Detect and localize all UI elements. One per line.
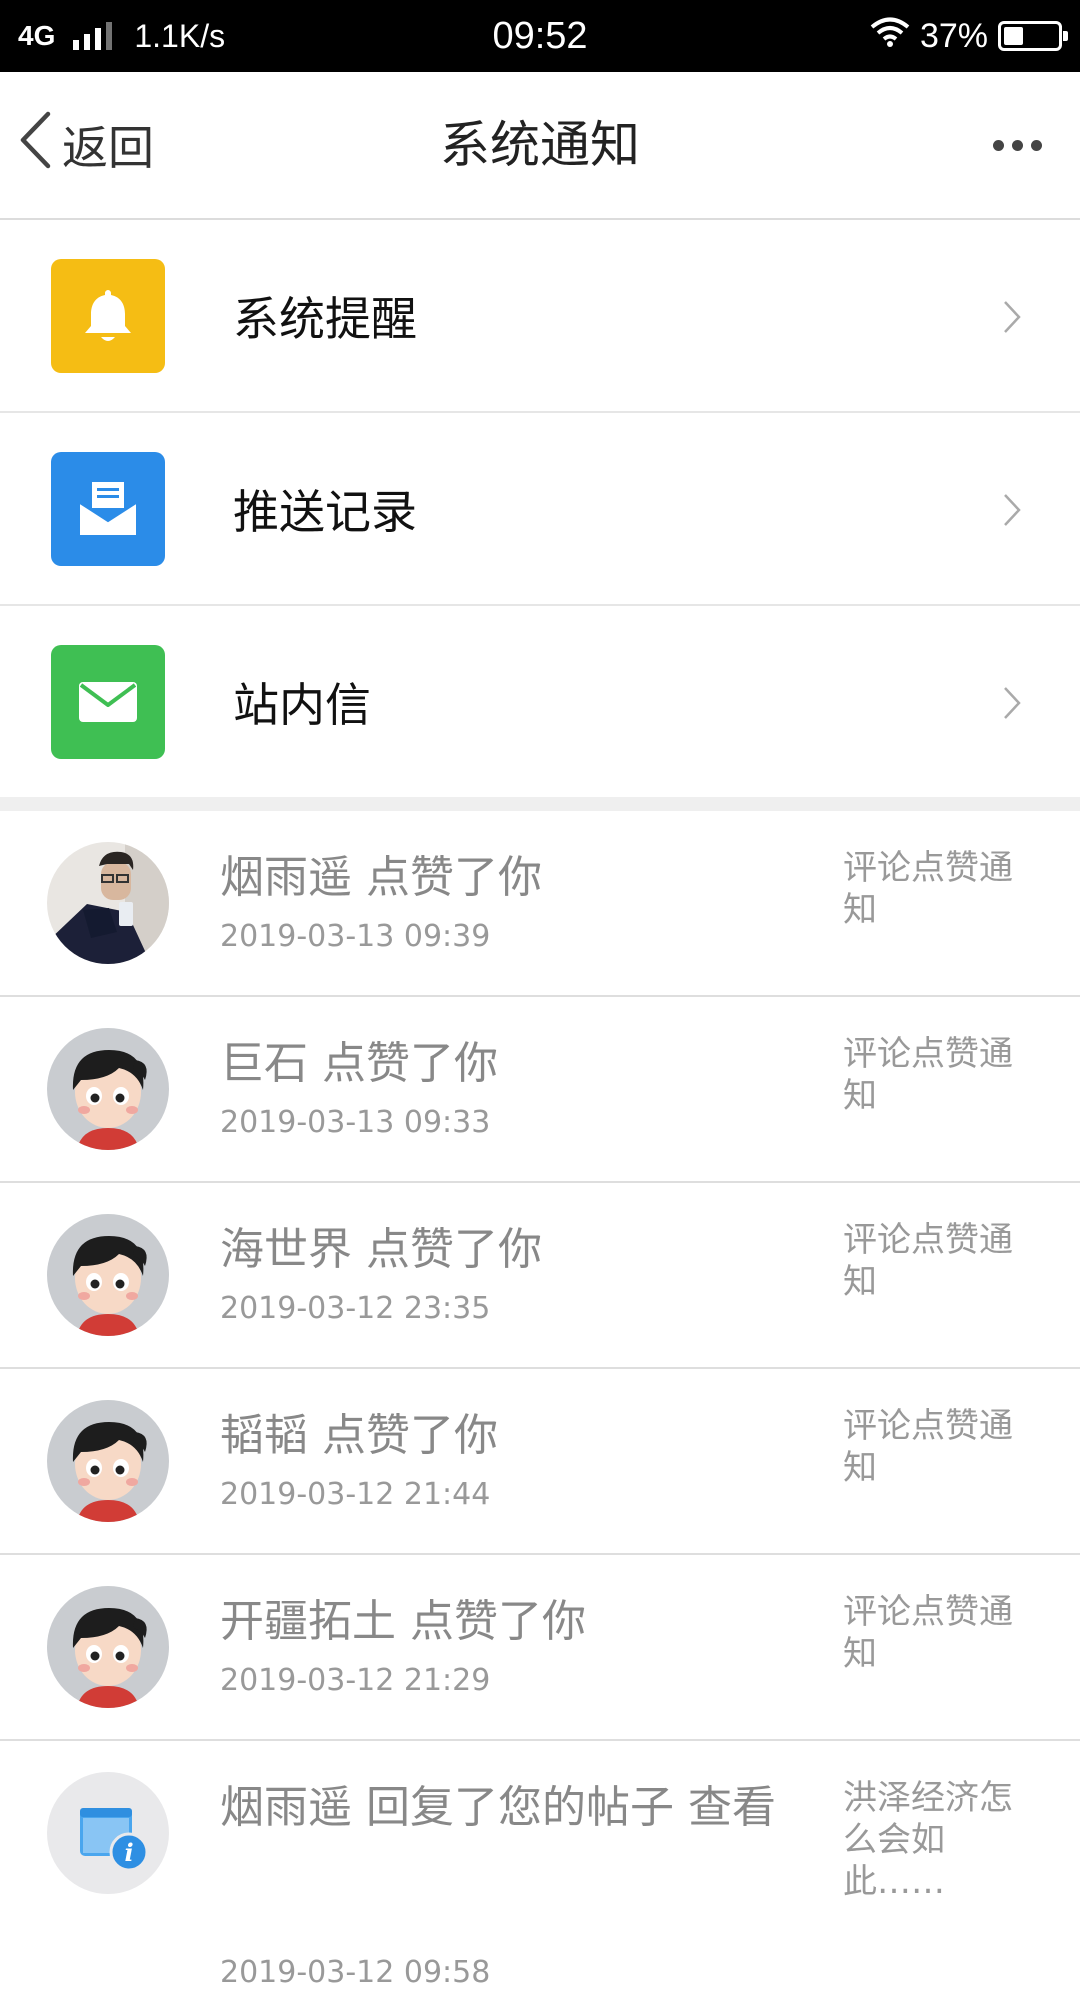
notification-time: 2019-03-12 21:44	[220, 1477, 491, 1512]
notification-time: 2019-03-12 23:35	[220, 1291, 491, 1326]
battery-icon	[998, 21, 1068, 51]
chevron-left-icon	[18, 111, 52, 180]
notification-item[interactable]: 巨石 点赞了你 2019-03-13 09:33 评论点赞通知	[0, 997, 1080, 1183]
menu-item-label: 推送记录	[233, 484, 417, 539]
notification-type: 评论点赞通知	[843, 1406, 1013, 1488]
bell-icon	[51, 258, 165, 373]
info-icon: i	[47, 1772, 169, 1894]
menu-item-push-records[interactable]: 推送记录	[0, 413, 1080, 606]
section-divider	[0, 797, 1080, 811]
avatar	[47, 1214, 169, 1336]
chevron-right-icon	[1002, 686, 1022, 724]
notification-time: 2019-03-12 21:29	[220, 1663, 491, 1698]
menu-list: 系统提醒 推送记录 站内信	[0, 220, 1080, 797]
notification-item[interactable]: 韬韬 点赞了你 2019-03-12 21:44 评论点赞通知	[0, 1369, 1080, 1555]
header: 返回 系统通知	[0, 72, 1080, 220]
chevron-right-icon	[1002, 493, 1022, 531]
notification-title: 开疆拓土 点赞了你	[220, 1596, 586, 1647]
notification-title: 海世界 点赞了你	[220, 1224, 542, 1275]
more-options-icon[interactable]	[982, 72, 1052, 218]
notification-type: 评论点赞通知	[843, 1592, 1013, 1674]
battery-percent: 37%	[919, 16, 988, 55]
chevron-right-icon	[1002, 300, 1022, 338]
notification-type: 评论点赞通知	[843, 1034, 1013, 1116]
notification-title: 烟雨遥 回复了您的帖子 查看	[220, 1782, 776, 1833]
status-bar: 4G 1.1K/s 09:52 37%	[0, 0, 1080, 72]
menu-item-label: 站内信	[233, 677, 371, 732]
notification-title: 韬韬 点赞了你	[220, 1410, 498, 1461]
notification-item[interactable]: 烟雨遥 点赞了你 2019-03-13 09:39 评论点赞通知	[0, 811, 1080, 997]
notification-item[interactable]: i 烟雨遥 回复了您的帖子 查看 2019-03-12 09:58 洪泽经济怎么…	[0, 1741, 1080, 1990]
menu-item-system-reminder[interactable]: 系统提醒	[0, 220, 1080, 413]
svg-text:i: i	[124, 1838, 133, 1867]
notification-time: 2019-03-12 09:58	[220, 1955, 491, 1990]
mail-icon	[51, 644, 165, 759]
notification-type: 评论点赞通知	[843, 1220, 1013, 1302]
notification-item[interactable]: 开疆拓土 点赞了你 2019-03-12 21:29 评论点赞通知	[0, 1555, 1080, 1741]
notification-list: 烟雨遥 点赞了你 2019-03-13 09:39 评论点赞通知 巨石 点赞了你…	[0, 811, 1080, 1990]
avatar	[47, 842, 169, 964]
menu-item-inbox[interactable]: 站内信	[0, 606, 1080, 797]
envelope-open-icon	[51, 451, 165, 566]
menu-item-label: 系统提醒	[233, 291, 417, 346]
notification-preview: 洪泽经济怎么会如此……	[843, 1778, 1013, 1902]
notification-title: 烟雨遥 点赞了你	[220, 852, 542, 903]
notification-time: 2019-03-13 09:39	[220, 919, 491, 954]
wifi-icon	[870, 16, 910, 57]
avatar	[47, 1400, 169, 1522]
notification-item[interactable]: 海世界 点赞了你 2019-03-12 23:35 评论点赞通知	[0, 1183, 1080, 1369]
notification-type: 评论点赞通知	[843, 848, 1013, 930]
avatar	[47, 1028, 169, 1150]
page-title: 系统通知	[440, 116, 640, 174]
avatar	[47, 1586, 169, 1708]
back-button[interactable]: 返回	[18, 72, 154, 218]
notification-time: 2019-03-13 09:33	[220, 1105, 491, 1140]
back-label: 返回	[62, 121, 154, 175]
notification-title: 巨石 点赞了你	[220, 1038, 498, 1089]
